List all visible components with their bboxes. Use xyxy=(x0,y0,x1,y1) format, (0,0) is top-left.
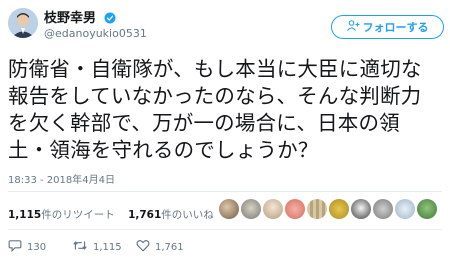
tweet-timestamp[interactable]: 18:33 - 2018年4月4日 xyxy=(8,171,115,186)
liker-avatar[interactable] xyxy=(395,199,415,219)
liker-avatar[interactable] xyxy=(307,199,327,219)
liker-avatar[interactable] xyxy=(373,199,393,219)
add-user-icon xyxy=(346,20,360,34)
liker-avatar[interactable] xyxy=(417,199,437,219)
like-stat-label: 件のいいね xyxy=(161,209,214,221)
liker-avatar[interactable] xyxy=(263,199,283,219)
liker-avatar[interactable] xyxy=(285,199,305,219)
avatar[interactable] xyxy=(8,8,38,38)
retweet-action[interactable]: 1,115 xyxy=(72,239,136,255)
liker-avatar[interactable] xyxy=(351,199,371,219)
display-name[interactable]: 枝野幸男 xyxy=(44,7,116,28)
verified-badge-icon xyxy=(104,12,116,28)
tweet-actions: 130 1,115 1,761 xyxy=(8,239,200,255)
screen-name[interactable]: @edanoyukio0531 xyxy=(44,27,147,40)
like-stat[interactable]: 1,761件のいいね xyxy=(128,209,214,221)
divider xyxy=(8,229,442,230)
like-count: 1,761 xyxy=(155,241,184,253)
liker-avatar[interactable] xyxy=(219,199,239,219)
tweet-text: 防衛省・自衛隊が、もし本当に大臣に適切な報告をしていなかったのなら、そんな判断力… xyxy=(8,57,422,162)
reply-count: 130 xyxy=(27,241,47,253)
reply-action[interactable]: 130 xyxy=(8,239,72,255)
liker-avatar[interactable] xyxy=(241,199,261,219)
retweet-stat-count: 1,115 xyxy=(8,209,42,221)
retweet-count: 1,115 xyxy=(93,241,122,253)
retweet-stat-label: 件のリツイート xyxy=(41,209,115,221)
retweet-stat[interactable]: 1,115件のリツイート xyxy=(8,209,115,221)
follow-button[interactable]: フォローする xyxy=(331,15,444,39)
divider xyxy=(8,191,442,192)
heart-icon xyxy=(136,239,150,255)
retweet-icon xyxy=(72,239,88,255)
liker-avatars xyxy=(219,199,437,219)
display-name-text: 枝野幸男 xyxy=(44,11,97,26)
like-stat-count: 1,761 xyxy=(128,209,162,221)
follow-button-label: フォローする xyxy=(362,21,429,34)
like-action[interactable]: 1,761 xyxy=(136,239,200,255)
reply-icon xyxy=(8,239,22,255)
liker-avatar[interactable] xyxy=(329,199,349,219)
engagement-stats: 1,115件のリツイート 1,761件のいいね xyxy=(8,207,214,222)
